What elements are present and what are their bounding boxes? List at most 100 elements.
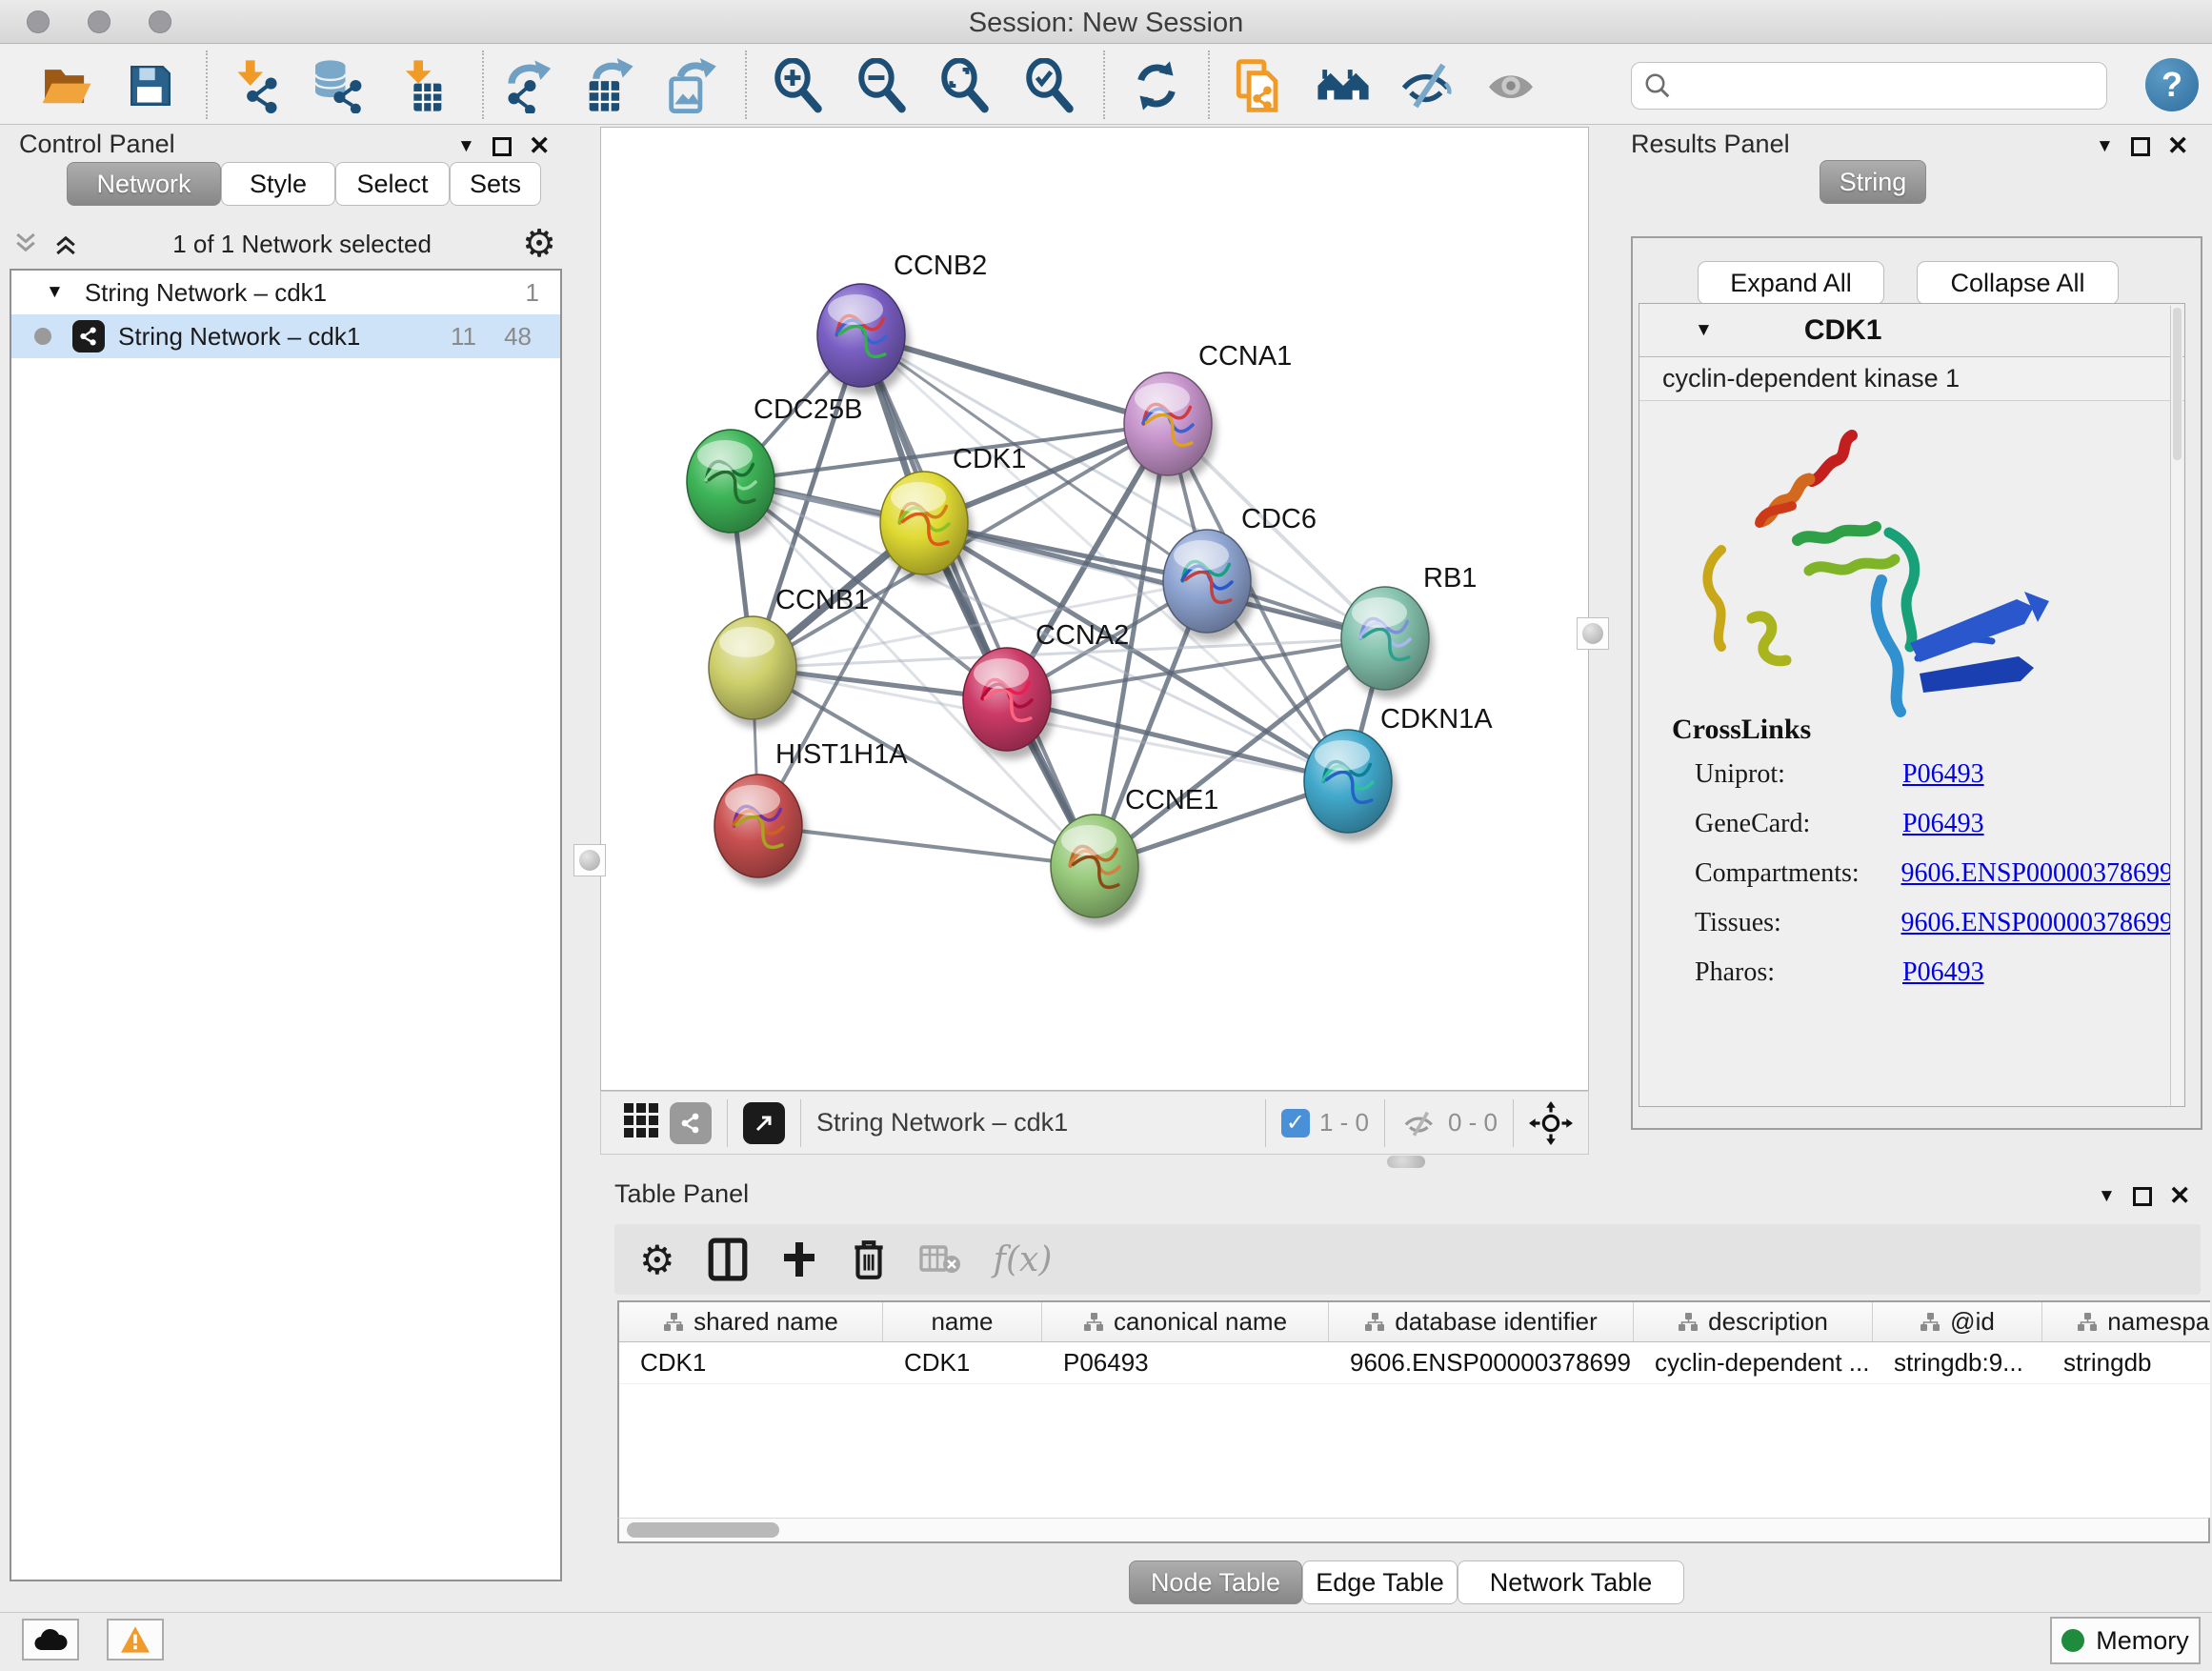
hide-selected-button[interactable] [1397, 56, 1458, 115]
column-header-5[interactable]: @id [1873, 1302, 2042, 1341]
memory-button[interactable]: Memory [2050, 1617, 2201, 1664]
toolbar-separator [1513, 1099, 1514, 1147]
selected-checkbox-icon[interactable]: ✓ [1281, 1109, 1310, 1137]
float-panel-icon[interactable] [2131, 137, 2150, 156]
column-header-1[interactable]: name [883, 1302, 1042, 1341]
panel-menu-icon[interactable]: ▼ [2098, 1186, 2116, 1207]
import-database-button[interactable] [307, 56, 368, 115]
network-node-CCNE1[interactable]: CCNE1 [1051, 785, 1218, 926]
birdseye-grid-icon[interactable] [622, 1101, 660, 1144]
table-cell[interactable]: stringdb:9... [1873, 1342, 2042, 1383]
import-table-button[interactable] [392, 56, 453, 115]
warning-status-button[interactable] [107, 1619, 164, 1661]
table-cell[interactable]: P06493 [1042, 1342, 1329, 1383]
zoom-out-button[interactable] [852, 56, 913, 115]
crosslink-link[interactable]: P06493 [1902, 957, 1984, 988]
refresh-button[interactable] [1126, 56, 1187, 115]
network-canvas[interactable]: CCNB2CCNA1CDC25BCDK1CDC6RB1CCNB1CCNA2CDK… [600, 127, 1589, 1091]
table-horizontal-scrollbar[interactable] [617, 1518, 2210, 1543]
expand-all-icon[interactable] [50, 230, 82, 258]
table-cell[interactable]: CDK1 [883, 1342, 1042, 1383]
network-node-CDKN1A[interactable]: CDKN1A [1304, 704, 1493, 841]
network-row-selected[interactable]: String Network – cdk1 11 48 [11, 314, 560, 358]
crosslink-link[interactable]: P06493 [1902, 759, 1984, 790]
collection-count: 1 [526, 278, 539, 308]
network-node-CCNB1[interactable]: CCNB1 [709, 585, 869, 728]
right-splitter-handle[interactable] [1577, 617, 1609, 650]
network-node-CCNA1[interactable]: CCNA1 [1124, 341, 1292, 484]
collapse-all-button[interactable]: Collapse All [1917, 261, 2119, 305]
table-cell[interactable]: stringdb [2042, 1342, 2210, 1383]
network-view-toolbar: String Network – cdk1 ✓ 1 - 0 0 - 0 [600, 1091, 1589, 1155]
string-style-icon[interactable] [670, 1102, 712, 1144]
crosslink-link[interactable]: 9606.ENSP00000378699 [1901, 908, 2173, 938]
pan-crosshair-icon[interactable] [1529, 1101, 1573, 1145]
search-input[interactable] [1672, 71, 2072, 101]
results-scrollbar[interactable] [2170, 306, 2182, 1106]
network-options-gear-icon[interactable]: ⚙ [522, 222, 556, 266]
tab-select[interactable]: Select [335, 162, 450, 206]
tab-sets[interactable]: Sets [450, 162, 541, 206]
panel-menu-icon[interactable]: ▼ [457, 136, 475, 157]
float-panel-icon[interactable] [493, 137, 512, 156]
protein-card-header[interactable]: ▼ CDK1 [1639, 304, 2184, 357]
close-panel-icon[interactable]: ✕ [2169, 1181, 2191, 1211]
show-columns-icon[interactable] [708, 1238, 748, 1281]
add-column-icon[interactable] [780, 1240, 818, 1278]
tab-node-table[interactable]: Node Table [1129, 1560, 1302, 1604]
table-row[interactable]: CDK1CDK1P064939606.ENSP00000378699cyclin… [619, 1342, 2210, 1384]
open-in-new-window-button[interactable] [743, 1102, 785, 1144]
table-cell[interactable]: 9606.ENSP00000378699 [1329, 1342, 1634, 1383]
collapse-all-icon[interactable] [10, 230, 42, 258]
table-cell[interactable]: cyclin-dependent ... [1634, 1342, 1873, 1383]
network-graph[interactable]: CCNB2CCNA1CDC25BCDK1CDC6RB1CCNB1CCNA2CDK… [601, 128, 1590, 1092]
crosslink-link[interactable]: 9606.ENSP00000378699 [1901, 858, 2173, 889]
tab-string-results[interactable]: String [1820, 160, 1926, 204]
import-network-button[interactable] [227, 56, 288, 115]
export-image-button[interactable] [659, 56, 720, 115]
node-table[interactable]: shared namenamecanonical namedatabase id… [617, 1300, 2210, 1543]
open-session-button[interactable] [36, 56, 97, 115]
network-edge[interactable] [758, 826, 1095, 866]
network-node-RB1[interactable]: RB1 [1341, 563, 1477, 698]
toolbar-separator [1103, 50, 1105, 119]
crosslink-link[interactable]: P06493 [1902, 809, 1984, 839]
duplicate-network-button[interactable] [1229, 56, 1290, 115]
column-header-3[interactable]: database identifier [1329, 1302, 1634, 1341]
zoom-in-button[interactable] [768, 56, 829, 115]
table-cell[interactable]: CDK1 [619, 1342, 883, 1383]
zoom-selected-button[interactable] [1019, 56, 1080, 115]
export-table-button[interactable] [577, 56, 638, 115]
save-session-button[interactable] [120, 56, 181, 115]
zoom-fit-button[interactable] [935, 56, 995, 115]
export-network-button[interactable] [497, 56, 558, 115]
tab-edge-table[interactable]: Edge Table [1302, 1560, 1458, 1604]
help-button[interactable]: ? [2145, 58, 2199, 111]
column-header-2[interactable]: canonical name [1042, 1302, 1329, 1341]
tree-column-icon [1083, 1312, 1104, 1333]
left-splitter-handle[interactable] [573, 844, 606, 876]
network-node-CCNA2[interactable]: CCNA2 [963, 620, 1129, 759]
table-settings-gear-icon[interactable]: ⚙ [639, 1237, 675, 1283]
column-header-6[interactable]: namespace [2042, 1302, 2210, 1341]
horizontal-splitter-handle[interactable] [1387, 1156, 1425, 1168]
float-panel-icon[interactable] [2133, 1187, 2152, 1206]
tab-style[interactable]: Style [221, 162, 335, 206]
tree-column-icon [1364, 1312, 1385, 1333]
delete-column-trash-icon[interactable] [851, 1238, 887, 1281]
expand-all-button[interactable]: Expand All [1698, 261, 1884, 305]
show-all-button[interactable] [1480, 56, 1541, 115]
tab-network[interactable]: Network [67, 162, 221, 206]
tab-network-table[interactable]: Network Table [1458, 1560, 1684, 1604]
column-header-0[interactable]: shared name [619, 1302, 883, 1341]
close-panel-icon[interactable]: ✕ [529, 131, 551, 161]
first-neighbors-button[interactable] [1313, 56, 1374, 115]
collapse-card-icon[interactable]: ▼ [1695, 320, 1713, 341]
close-panel-icon[interactable]: ✕ [2167, 131, 2189, 161]
network-collection-row[interactable]: ▼ String Network – cdk1 1 [11, 271, 560, 314]
collection-expand-icon[interactable]: ▼ [46, 282, 64, 303]
cloud-status-button[interactable] [22, 1619, 79, 1661]
column-header-4[interactable]: description [1634, 1302, 1873, 1341]
panel-menu-icon[interactable]: ▼ [2096, 136, 2114, 157]
network-node-HIST1H1A[interactable]: HIST1H1A [714, 739, 908, 886]
